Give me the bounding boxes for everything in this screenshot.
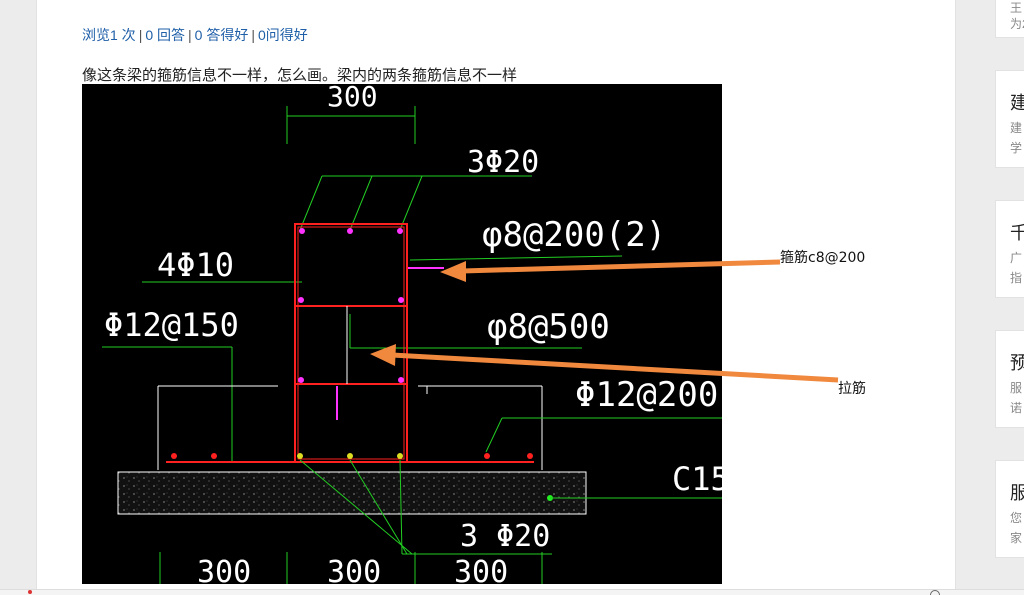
help-circle-icon[interactable] <box>930 590 940 595</box>
bottom-toolbar <box>0 589 1024 595</box>
sidebar-card-desc: 诺 <box>1010 401 1023 415</box>
sidebar-card-title: 千 <box>1010 219 1024 245</box>
sidebar-card-desc: 广 <box>1010 251 1023 265</box>
stirrup-callout-arrow <box>440 259 781 282</box>
sidebar-card-desc: 王 <box>1010 1 1023 15</box>
sidebar-card-desc: 建 <box>1010 121 1023 135</box>
sidebar-card-4[interactable]: 预 服 诺 <box>995 330 1024 428</box>
sidebar-card-desc: 指 <box>1010 271 1023 285</box>
right-sidebar: 王 为2 建 建 学 千 广 指 预 服 诺 服 您 家 <box>995 0 1024 595</box>
stirrup-callout-text: 箍筋c8@200 <box>780 249 865 266</box>
sidebar-card-5[interactable]: 服 您 家 <box>995 460 1024 558</box>
tie-callout-text: 拉筋 <box>838 380 866 397</box>
sidebar-card-desc: 为2 <box>1010 17 1024 31</box>
sidebar-card-2[interactable]: 建 建 学 <box>995 70 1024 168</box>
sidebar-card-desc: 家 <box>1010 531 1023 545</box>
tie-callout-arrow <box>370 344 839 383</box>
sidebar-card-title: 预 <box>1010 349 1024 375</box>
annotation-overlay: 箍筋c8@200 拉筋 <box>370 249 866 397</box>
sidebar-card-desc: 您 <box>1010 511 1023 525</box>
sidebar-card-desc: 服 <box>1010 381 1023 395</box>
notification-dot-icon <box>28 590 32 594</box>
sidebar-card-3[interactable]: 千 广 指 <box>995 200 1024 298</box>
sidebar-card-1[interactable]: 王 为2 <box>995 0 1024 38</box>
sidebar-card-title: 服 <box>1010 479 1024 505</box>
sidebar-card-title: 建 <box>1010 89 1024 115</box>
sidebar-card-desc: 学 <box>1010 141 1023 155</box>
